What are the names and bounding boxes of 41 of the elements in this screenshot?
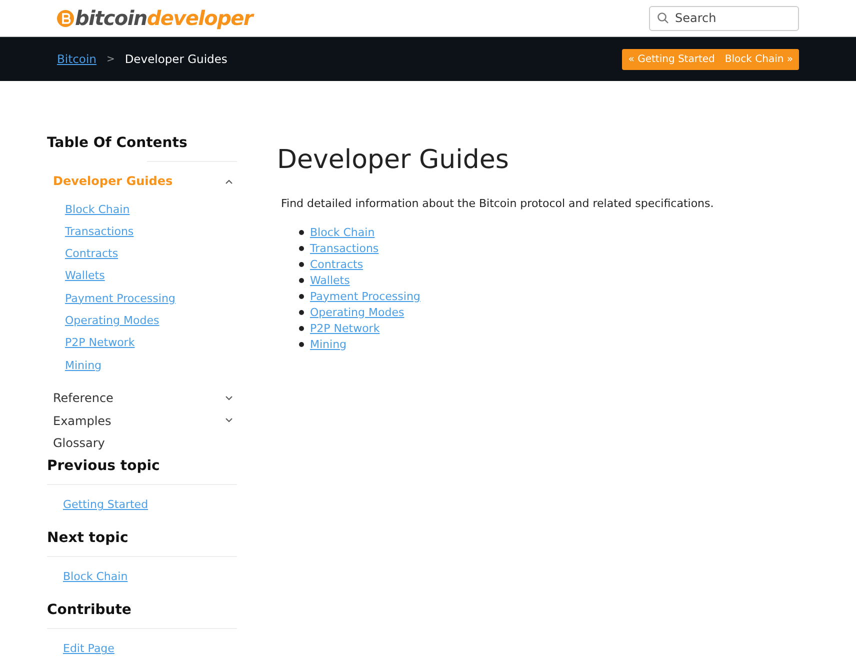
toc-link[interactable]: Payment Processing: [65, 288, 237, 310]
breadcrumb-link[interactable]: Bitcoin: [57, 52, 96, 66]
coin-icon: [57, 10, 74, 26]
sidebar-heading: Next topic: [47, 529, 130, 548]
guide-link[interactable]: Mining: [310, 338, 347, 350]
toc-item[interactable]: Glossary: [47, 432, 237, 454]
toc-link[interactable]: Mining: [65, 354, 237, 377]
toc-item[interactable]: Developer Guides: [47, 170, 237, 192]
toc-link[interactable]: Wallets: [65, 265, 237, 288]
pager-link[interactable]: « Getting Started: [628, 54, 715, 64]
pager-link[interactable]: Block Chain »: [724, 54, 793, 64]
chevron-icon[interactable]: [225, 418, 233, 424]
sidebar-heading: Contribute: [47, 601, 132, 620]
toc-link[interactable]: Operating Modes: [65, 310, 237, 332]
toc-link[interactable]: P2P Network: [65, 332, 237, 355]
chevron-icon[interactable]: [225, 178, 233, 184]
toc-link[interactable]: Block Chain: [65, 198, 237, 221]
breadcrumb-separator: >: [106, 54, 115, 64]
search-icon: [657, 12, 669, 24]
toc-item[interactable]: Reference: [47, 386, 237, 410]
search-field[interactable]: Search: [649, 6, 799, 30]
toc-link[interactable]: Contracts: [65, 243, 237, 266]
sidebar-link[interactable]: Getting Started: [63, 498, 148, 512]
guide-link[interactable]: Payment Processing: [310, 290, 420, 302]
sidebar-link[interactable]: Edit Page: [63, 642, 114, 656]
guide-link[interactable]: P2P Network: [310, 322, 380, 334]
breadcrumb-current: Developer Guides: [124, 52, 228, 66]
toc-heading: Table Of Contents: [47, 134, 188, 153]
guide-link[interactable]: Transactions: [310, 242, 379, 254]
guide-link[interactable]: Contracts: [310, 258, 364, 270]
page-title: Developer Guides: [277, 145, 510, 175]
toc-item[interactable]: Examples: [47, 409, 237, 432]
sidebar-heading: Previous topic: [47, 457, 161, 476]
toc-link[interactable]: Transactions: [65, 220, 237, 244]
chevron-icon[interactable]: [225, 396, 233, 401]
guide-link[interactable]: Operating Modes: [310, 306, 404, 318]
intro-text: Find detailed information about the Bitcoin protocol and related specifications.: [281, 197, 714, 210]
site-logo[interactable]: bitcoindeveloper: [75, 6, 252, 30]
guide-link[interactable]: Block Chain: [310, 226, 375, 238]
sidebar-link[interactable]: Block Chain: [63, 570, 128, 584]
guide-link[interactable]: Wallets: [310, 274, 350, 286]
